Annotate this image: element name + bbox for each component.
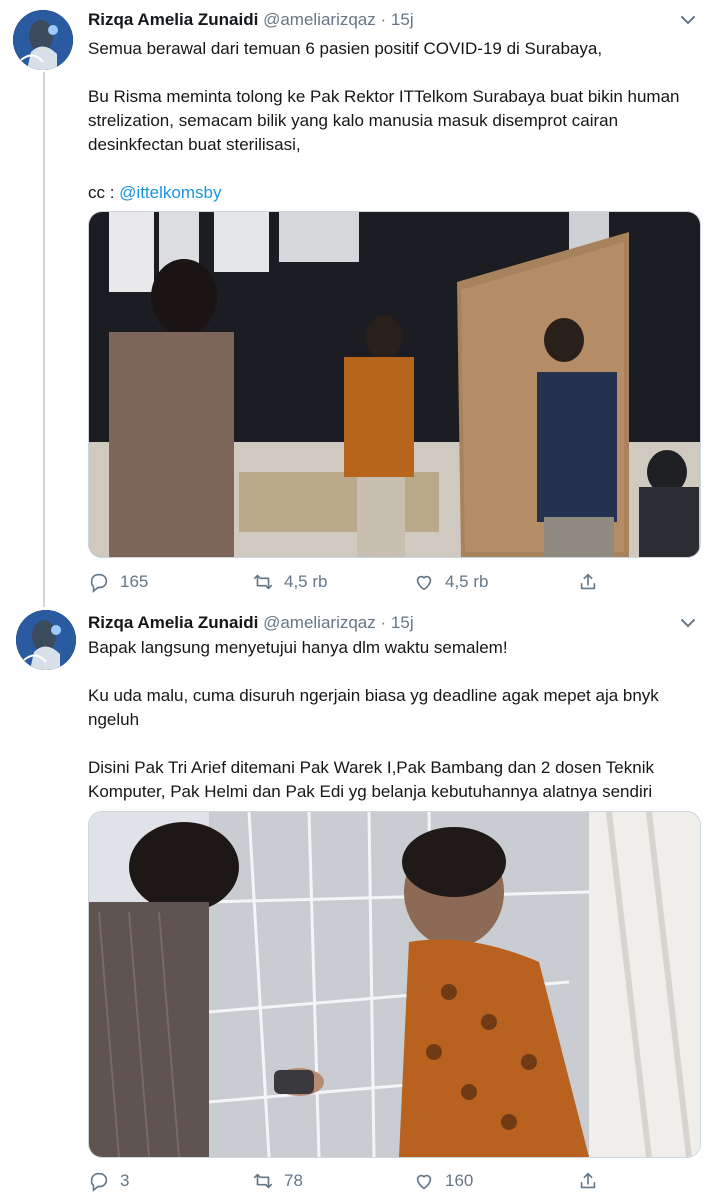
retweet-count: 78 — [284, 1171, 303, 1190]
like-button[interactable]: 160 — [413, 1170, 473, 1192]
timestamp[interactable]: 15j — [391, 613, 414, 632]
author-name[interactable]: Rizqa Amelia Zunaidi — [88, 10, 258, 29]
author-handle[interactable]: @ameliarizqaz — [263, 10, 376, 29]
retweet-count: 4,5 rb — [284, 572, 328, 591]
share-icon — [580, 573, 596, 590]
retweet-button[interactable]: 4,5 rb — [252, 571, 327, 593]
reply-icon — [90, 573, 108, 593]
separator: · — [380, 613, 387, 632]
reply-icon — [90, 1172, 108, 1192]
tweet-2[interactable]: Rizqa Amelia Zunaidi @ameliarizqaz · 15j… — [0, 605, 720, 1203]
retweet-icon — [253, 574, 273, 590]
reply-button[interactable]: 3 — [88, 1170, 129, 1192]
avatar[interactable] — [16, 610, 76, 670]
like-count: 160 — [445, 1171, 474, 1190]
like-button[interactable]: 4,5 rb — [413, 571, 488, 593]
share-button[interactable] — [577, 571, 609, 593]
chevron-down-icon[interactable] — [678, 613, 698, 633]
retweet-icon — [253, 1173, 273, 1189]
retweet-button[interactable]: 78 — [252, 1170, 303, 1192]
reply-count: 3 — [120, 1171, 130, 1190]
share-button[interactable] — [577, 1170, 609, 1192]
mention-link[interactable]: @ittelkomsby — [119, 183, 221, 202]
like-icon — [416, 575, 432, 591]
chevron-down-icon[interactable] — [678, 10, 698, 30]
like-count: 4,5 rb — [445, 572, 489, 591]
tweet-actions: 3 78 160 — [88, 1170, 608, 1194]
share-icon — [580, 1172, 596, 1189]
tweet-actions: 165 4,5 rb 4,5 rb — [88, 571, 608, 595]
reply-button[interactable]: 165 — [88, 571, 148, 593]
tweet-header: Rizqa Amelia Zunaidi @ameliarizqaz · 15j — [88, 613, 414, 633]
avatar[interactable] — [13, 10, 73, 70]
separator: · — [380, 10, 387, 29]
like-icon — [416, 1174, 432, 1190]
tweet-header: Rizqa Amelia Zunaidi @ameliarizqaz · 15j — [88, 10, 414, 30]
author-handle[interactable]: @ameliarizqaz — [263, 613, 376, 632]
tweet-body: Semua berawal dari temuan 6 pasien posit… — [88, 39, 680, 202]
reply-count: 165 — [120, 572, 149, 591]
tweet-text: Bapak langsung menyetujui hanya dlm wakt… — [88, 638, 659, 801]
author-name[interactable]: Rizqa Amelia Zunaidi — [88, 613, 258, 632]
timestamp[interactable]: 15j — [391, 10, 414, 29]
tweet-text: Semua berawal dari temuan 6 pasien posit… — [88, 37, 703, 205]
tweet-1[interactable]: Rizqa Amelia Zunaidi @ameliarizqaz · 15j… — [0, 0, 720, 605]
tweet-photo[interactable] — [88, 811, 701, 1158]
tweet-photo[interactable] — [88, 211, 701, 558]
